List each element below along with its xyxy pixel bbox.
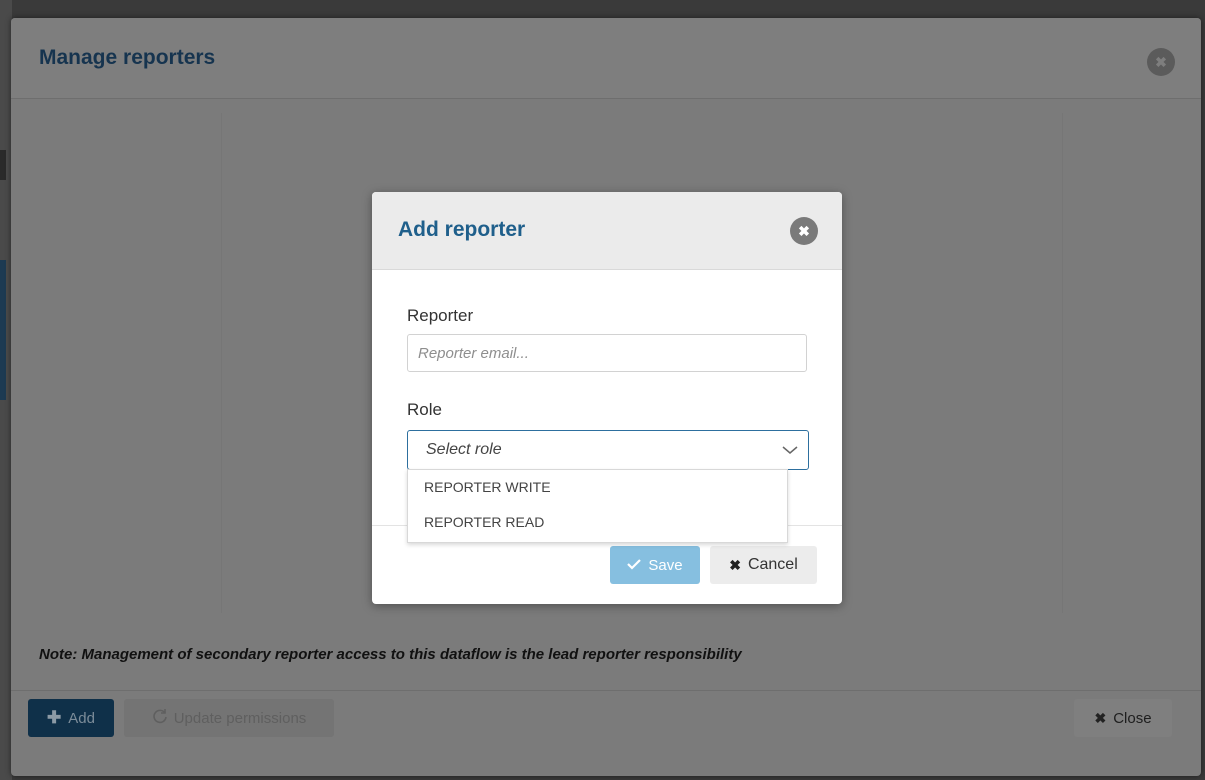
cancel-button[interactable]: ✖ Cancel [710, 546, 817, 584]
close-icon[interactable]: ✖ [1147, 48, 1175, 76]
background-mark [0, 150, 6, 180]
manage-reporters-header: Manage reporters ✖ [11, 18, 1201, 99]
add-reporter-title: Add reporter [398, 218, 526, 241]
plus-icon: ✚ [47, 708, 62, 727]
role-option-read[interactable]: REPORTER READ [408, 505, 787, 540]
times-icon: ✖ [1094, 709, 1107, 726]
responsibility-note: Note: Management of secondary reporter a… [39, 646, 742, 663]
chevron-down-icon [780, 440, 800, 460]
close-icon[interactable]: ✖ [790, 217, 818, 245]
role-label: Role [407, 400, 442, 419]
save-button[interactable]: Save [610, 546, 700, 584]
refresh-icon [152, 708, 168, 728]
cancel-label: Cancel [747, 556, 798, 573]
close-button[interactable]: ✖ Close [1074, 699, 1172, 737]
save-label: Save [648, 556, 683, 574]
role-select[interactable]: Select role [407, 430, 809, 470]
role-option-write[interactable]: REPORTER WRITE [408, 470, 787, 505]
add-reporter-button[interactable]: ✚ Add [28, 699, 114, 737]
add-label: Add [68, 709, 95, 727]
update-label: Update permissions [173, 709, 307, 727]
role-select-value: Select role [426, 441, 502, 458]
check-icon [627, 557, 642, 574]
close-label: Close [1113, 709, 1152, 727]
role-options-dropdown: REPORTER WRITE REPORTER READ [407, 469, 788, 543]
reporter-label: Reporter [407, 306, 474, 325]
times-icon: ✖ [729, 556, 741, 573]
reporter-email-input[interactable] [407, 334, 807, 372]
add-reporter-header: Add reporter ✖ [372, 192, 842, 270]
background-mark [0, 260, 6, 400]
update-permissions-button[interactable]: Update permissions [124, 699, 334, 737]
manage-reporters-title: Manage reporters [39, 46, 216, 69]
